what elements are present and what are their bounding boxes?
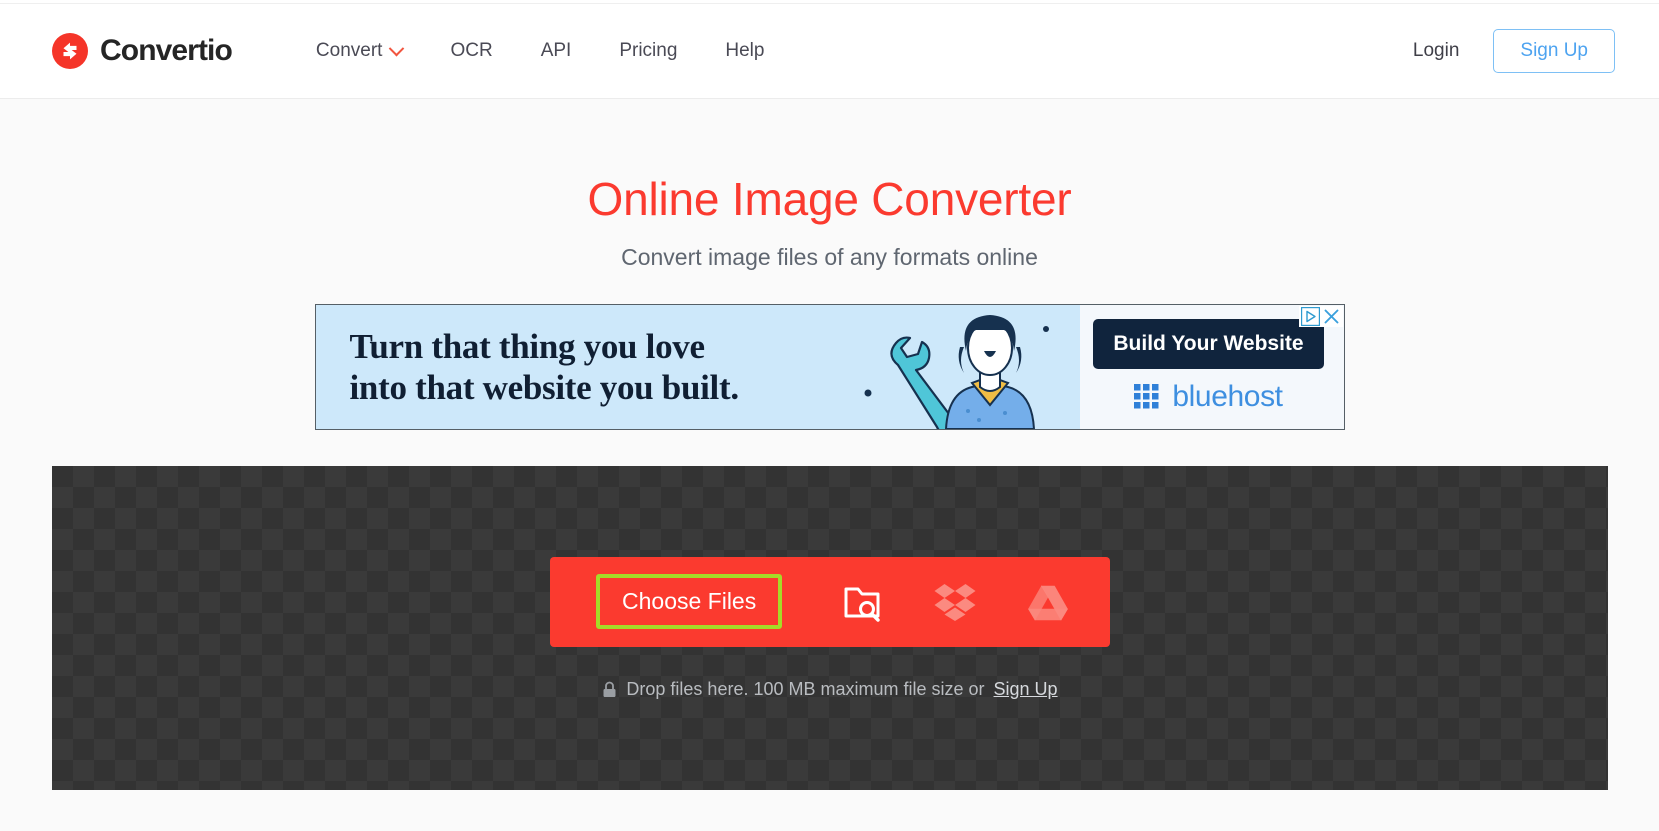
advertisement-wrapper: Turn that thing you love into that websi…	[314, 303, 1345, 430]
folder-search-icon[interactable]	[842, 582, 882, 622]
brand-logo[interactable]: Convertio	[52, 33, 233, 69]
dropbox-icon[interactable]	[934, 582, 976, 622]
nav-item-help[interactable]: Help	[701, 32, 788, 70]
chevron-down-icon	[389, 40, 405, 56]
nav-item-label: Convert	[315, 40, 383, 61]
upload-bar: Choose Files	[550, 556, 1110, 647]
ad-person-with-wrench-illustration	[849, 304, 1080, 429]
nav-item-api[interactable]: API	[517, 32, 596, 70]
nav-item-convert[interactable]: Convert	[316, 32, 427, 70]
choose-files-button[interactable]: Choose Files	[596, 574, 783, 629]
signup-button[interactable]: Sign Up	[1493, 29, 1615, 73]
hero-section: Online Image Converter Convert image fil…	[0, 99, 1659, 271]
nav-item-ocr[interactable]: OCR	[426, 32, 516, 70]
google-drive-icon[interactable]	[1028, 583, 1068, 621]
header-actions: Login Sign Up	[1413, 29, 1615, 73]
login-link[interactable]: Login	[1413, 40, 1460, 62]
page-subtitle: Convert image files of any formats onlin…	[621, 243, 1038, 270]
ad-brand: bluehost	[1134, 380, 1283, 414]
site-header: Convertio Convert OCR API Pricing Help L…	[0, 4, 1659, 99]
ad-controls	[1298, 305, 1343, 327]
file-dropzone[interactable]: Choose Files Drop files here. 100 MB max…	[52, 466, 1608, 790]
ad-headline-line-1: Turn that thing you love	[349, 326, 706, 366]
convert-arrows-icon	[52, 33, 88, 69]
drop-note-text: Drop files here. 100 MB maximum file siz…	[626, 678, 985, 699]
nav-item-label: Help	[725, 40, 765, 61]
close-x-icon[interactable]	[1322, 307, 1341, 326]
lock-icon	[603, 681, 616, 697]
bluehost-grid-icon	[1134, 383, 1159, 409]
nav-item-label: Pricing	[619, 40, 678, 61]
upload-source-icons	[842, 582, 1074, 622]
advertisement-banner[interactable]: Turn that thing you love into that websi…	[314, 303, 1345, 430]
ad-left-panel: Turn that thing you love into that websi…	[315, 304, 1080, 429]
page-title: Online Image Converter	[587, 173, 1072, 225]
drop-note-signup-link[interactable]: Sign Up	[994, 679, 1058, 700]
main-navigation: Convert OCR API Pricing Help	[316, 32, 789, 70]
nav-item-label: OCR	[450, 40, 493, 61]
ad-headline: Turn that thing you love into that websi…	[349, 326, 740, 409]
adchoices-triangle-icon[interactable]	[1300, 306, 1320, 326]
nav-item-label: API	[540, 40, 572, 61]
brand-name: Convertio	[100, 34, 233, 67]
ad-headline-line-2: into that website you built.	[349, 367, 740, 407]
ad-brand-name: bluehost	[1172, 380, 1283, 414]
ad-cta-button[interactable]: Build Your Website	[1093, 319, 1324, 370]
drop-note: Drop files here. 100 MB maximum file siz…	[602, 678, 1058, 700]
nav-item-pricing[interactable]: Pricing	[595, 32, 701, 70]
